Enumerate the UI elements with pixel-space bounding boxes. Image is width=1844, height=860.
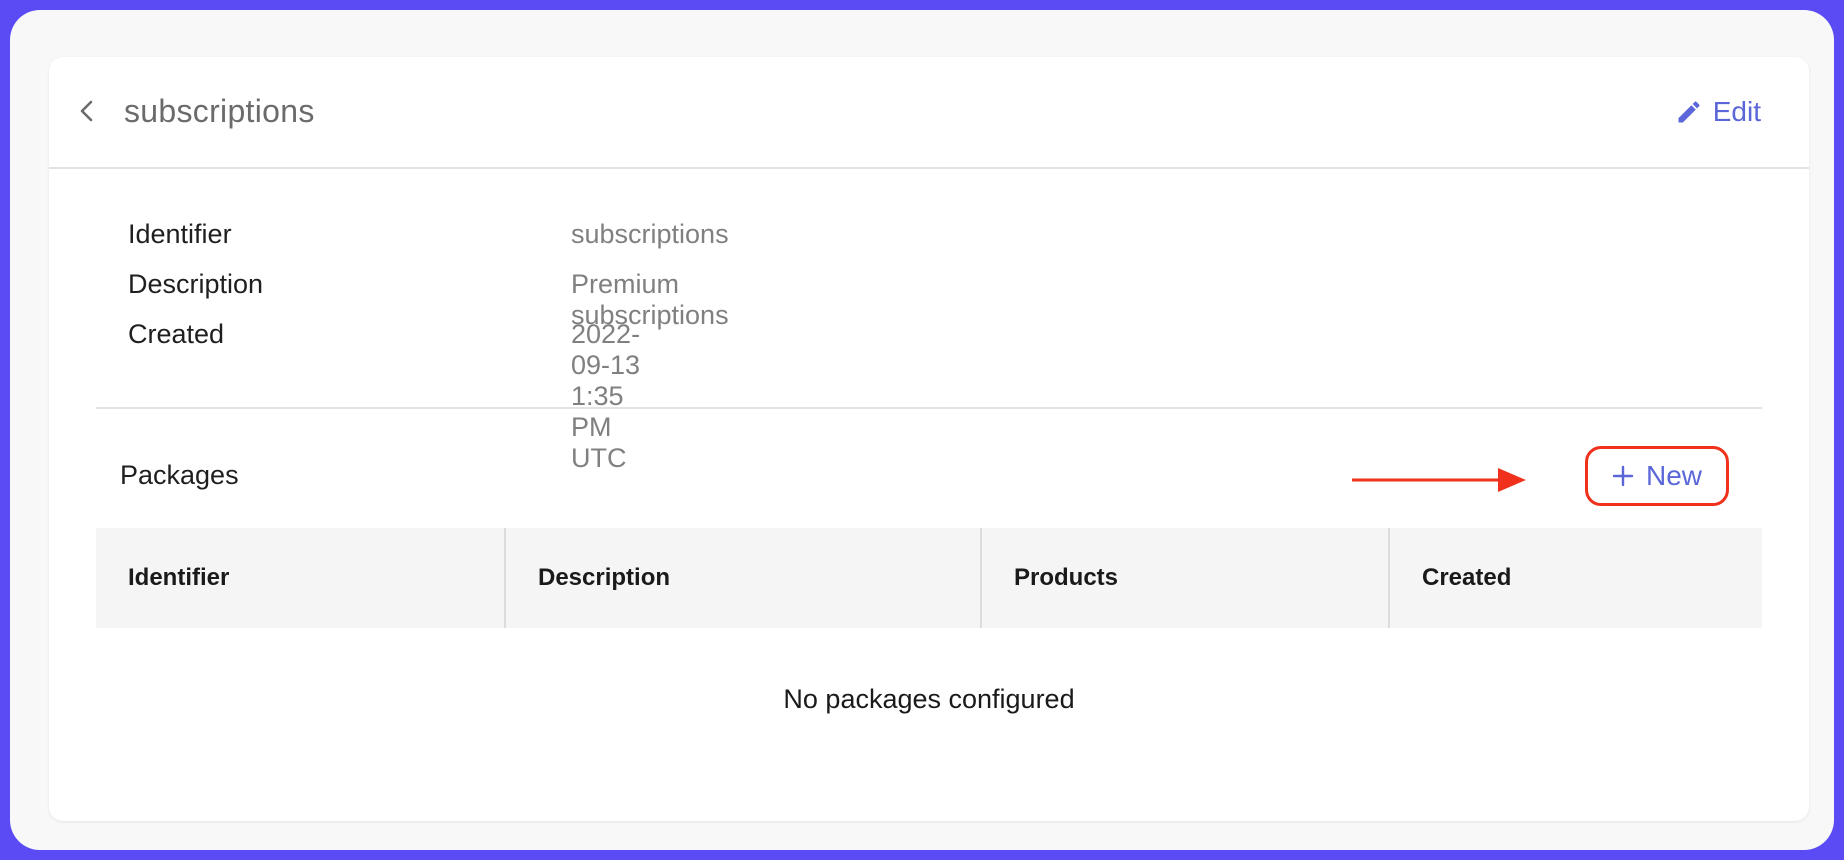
back-button[interactable] — [73, 97, 101, 125]
detail-label: Identifier — [128, 219, 232, 249]
packages-table: Identifier Description Products Created … — [96, 528, 1762, 714]
page-title: subscriptions — [124, 93, 315, 129]
packages-title: Packages — [120, 460, 239, 490]
detail-value: subscriptions — [571, 219, 729, 249]
annotation-arrow-icon — [1352, 468, 1526, 492]
table-header: Identifier Description Products Created — [96, 528, 1762, 628]
plus-icon — [1612, 465, 1634, 487]
screenshot-frame: subscriptions Edit Identifier subscripti… — [10, 10, 1834, 850]
detail-label: Created — [128, 319, 225, 349]
column-header-identifier[interactable]: Identifier — [96, 528, 504, 628]
pencil-icon — [1678, 101, 1700, 123]
column-header-products[interactable]: Products — [980, 528, 1388, 628]
detail-label: Description — [128, 269, 264, 299]
column-header-created[interactable]: Created — [1388, 528, 1762, 628]
edit-label: Edit — [1712, 96, 1761, 127]
empty-state-message: No packages configured — [783, 684, 1075, 714]
edit-button[interactable]: Edit — [1675, 95, 1761, 129]
new-label: New — [1645, 460, 1702, 491]
column-header-description[interactable]: Description — [504, 528, 980, 628]
chevron-left-icon — [80, 100, 93, 122]
section-divider — [96, 407, 1762, 409]
card-header: subscriptions Edit — [49, 57, 1809, 169]
offering-card: subscriptions Edit Identifier subscripti… — [49, 57, 1809, 821]
detail-value: 2022-09-13 1:35 PM UTC — [571, 319, 641, 473]
new-package-button[interactable]: New — [1585, 446, 1729, 506]
